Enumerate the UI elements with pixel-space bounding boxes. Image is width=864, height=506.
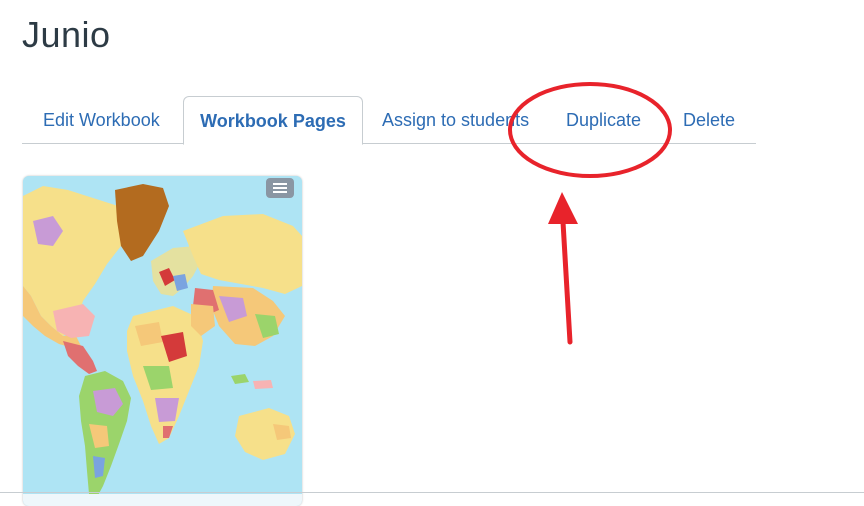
bottom-divider xyxy=(0,492,864,493)
pointer-arrow-head xyxy=(548,192,578,224)
world-map-thumbnail xyxy=(23,176,302,506)
workbook-page-card[interactable] xyxy=(23,176,302,506)
tab-delete[interactable]: Delete xyxy=(683,96,735,143)
page-title: Junio xyxy=(22,14,111,55)
pointer-arrow-shaft xyxy=(560,219,573,345)
tab-duplicate[interactable]: Duplicate xyxy=(566,96,641,143)
workbook-tabs: Edit Workbook Workbook Pages Assign to s… xyxy=(22,96,756,145)
tab-edit-workbook[interactable]: Edit Workbook xyxy=(43,96,160,143)
tab-assign-to-students[interactable]: Assign to students xyxy=(382,96,529,143)
hamburger-menu-icon[interactable] xyxy=(266,178,294,198)
tab-workbook-pages[interactable]: Workbook Pages xyxy=(183,96,363,145)
